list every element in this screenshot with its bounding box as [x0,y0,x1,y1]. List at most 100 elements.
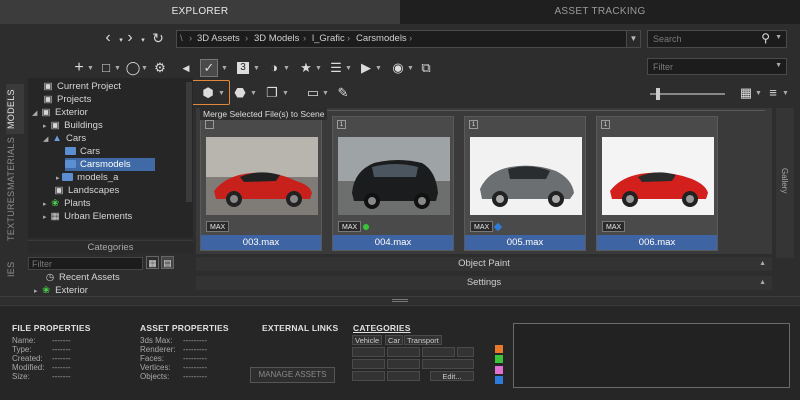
category-options-icon[interactable]: ▤ [161,256,174,269]
search-icon[interactable]: ⚲ [761,31,770,45]
category-tag[interactable]: Vehicle [352,335,383,345]
thumbnail-size-slider[interactable] [650,93,725,95]
tab-ies[interactable]: IES [6,258,24,280]
tree-item[interactable]: ▸ ❀ Plants [43,197,91,210]
tab-asset-tracking[interactable]: ASSET TRACKING [400,0,800,24]
path-bar[interactable]: \ › 3D Assets › 3D Models › l_Grafic › C… [176,30,641,48]
forward-history-chevron-icon[interactable]: ▾ [135,30,151,48]
category-slot[interactable] [457,347,474,357]
breadcrumb-item[interactable]: 3D Assets [197,33,240,44]
format-badge: MAX [470,221,494,232]
star-icon[interactable]: ★ [298,60,314,76]
select-mode-icon[interactable]: ✓ [200,59,218,77]
color-swatch-orange[interactable] [495,345,503,353]
copy-icon[interactable]: ⧉ [418,60,434,76]
monitor-icon: ▣ [43,94,53,105]
globe-icon[interactable]: ◯ [125,60,141,76]
path-dropdown-icon[interactable]: ▼ [626,31,640,47]
search-options-chevron-icon[interactable]: ▼ [775,34,782,41]
settings-panel[interactable]: Settings ▲ [196,276,772,290]
tree-item[interactable]: ▸ ▣ Buildings [43,119,103,132]
tree-item-selected[interactable]: Carsmodels [65,158,155,171]
contrast-icon[interactable]: ◑ [266,60,282,76]
category-slot[interactable] [387,359,420,369]
folder-icon [62,173,74,182]
tree-item[interactable]: ◢ ▣ Exterior [32,106,88,119]
tree-item[interactable]: Cars [65,145,100,158]
category-filter-input[interactable]: Filter [28,257,143,270]
manage-assets-button[interactable]: MANAGE ASSETS [250,367,335,383]
tree-item[interactable]: ▣ Landscapes [53,184,120,197]
gear-icon[interactable]: ⚙ [152,60,168,76]
color-swatch-green[interactable] [495,355,503,363]
replace-objects-icon[interactable]: ❐ [264,85,280,101]
asset-thumbnail[interactable] [602,137,714,215]
asset-thumbnail[interactable] [470,137,582,215]
folder-icon[interactable]: ▭ [305,85,321,101]
category-slot[interactable] [352,347,385,357]
sort-icon[interactable]: ≡ [765,85,781,101]
tree-item[interactable]: ▸ ▦ Urban Elements [43,210,132,223]
checkbox[interactable]: 1 [337,120,346,129]
category-slot[interactable] [352,359,385,369]
color-wheel-icon[interactable]: ◉ [390,60,406,76]
search-input[interactable]: Search ⚲ ▼ [647,30,787,48]
folder-open-icon[interactable]: □ [98,60,114,76]
checkbox[interactable]: 1 [601,120,610,129]
categories-header[interactable]: Categories [28,240,193,254]
category-slot[interactable] [387,371,420,381]
folder-icon [65,147,76,156]
asset-thumbnail[interactable] [206,137,318,215]
breadcrumb-item[interactable]: l_Grafic [312,33,345,44]
category-tag[interactable]: Transport [404,335,442,345]
asset-thumbnail[interactable] [338,137,450,215]
refresh-icon[interactable]: ↻ [150,30,166,48]
category-view-icon[interactable]: ▦ [146,256,159,269]
asset-card[interactable]: 1 MAX 005.max [464,116,586,251]
color-swatch-pink[interactable] [495,366,503,374]
slider-handle[interactable] [656,88,660,100]
category-slot[interactable] [387,347,420,357]
count-3-icon[interactable]: 3 [237,62,249,74]
category-slot[interactable] [422,347,455,357]
tab-materials[interactable]: MATERIALS [6,137,24,190]
gallery-side-panel[interactable]: Gallery [776,108,794,258]
panel-splitter[interactable] [0,296,800,304]
merge-to-scene-icon[interactable]: ⬢ [200,85,216,101]
breadcrumb-item[interactable]: Carsmodels [356,33,407,44]
tab-textures[interactable]: TEXTURES [6,191,24,241]
tree-item[interactable]: ▣ Projects [42,93,92,106]
tag-icon[interactable]: ▶ [358,60,374,76]
tab-explorer[interactable]: EXPLORER [0,0,400,24]
collapse-left-icon[interactable]: ◀ [178,60,194,76]
color-swatch-blue[interactable] [495,376,503,384]
edit-categories-button[interactable]: Edit... [430,371,474,381]
tab-models[interactable]: MODELS [6,84,24,134]
asset-card[interactable]: MAX 003.max [200,116,322,251]
category-tag[interactable]: Car [385,335,404,345]
grid-view-icon[interactable]: ▦ [738,85,754,101]
asset-card[interactable]: 1 MAX 004.max [332,116,454,251]
preview-box [513,323,790,388]
monitor-icon: ▣ [41,107,51,118]
list-icon[interactable]: ☰ [328,60,344,76]
xref-icon[interactable]: ⬣ [232,85,248,101]
tree-item[interactable]: ▣ Current Project [42,80,121,93]
category-slot[interactable] [352,371,385,381]
filter-dropdown-icon[interactable]: ▼ [775,62,782,69]
tree-item[interactable]: ▸ models_a [56,171,118,184]
clock-icon: ◷ [45,272,55,283]
plant-icon: ❀ [51,198,60,209]
tree-item[interactable]: ◢ ▲ Cars [43,132,86,145]
tree-scrollbar[interactable] [186,82,192,202]
category-slot[interactable] [422,359,474,369]
breadcrumb-item[interactable]: 3D Models [254,33,299,44]
edit-icon[interactable]: ✎ [335,85,351,101]
add-icon[interactable]: + [71,60,87,76]
asset-card[interactable]: 1 MAX 006.max [596,116,718,251]
filter-input[interactable]: Filter ▼ [647,58,787,75]
checkbox[interactable]: 1 [469,120,478,129]
cat-tree-item[interactable]: ◷ Recent Assets [44,271,120,284]
checkbox[interactable] [205,120,214,129]
object-paint-panel[interactable]: Object Paint ▲ [196,257,772,271]
